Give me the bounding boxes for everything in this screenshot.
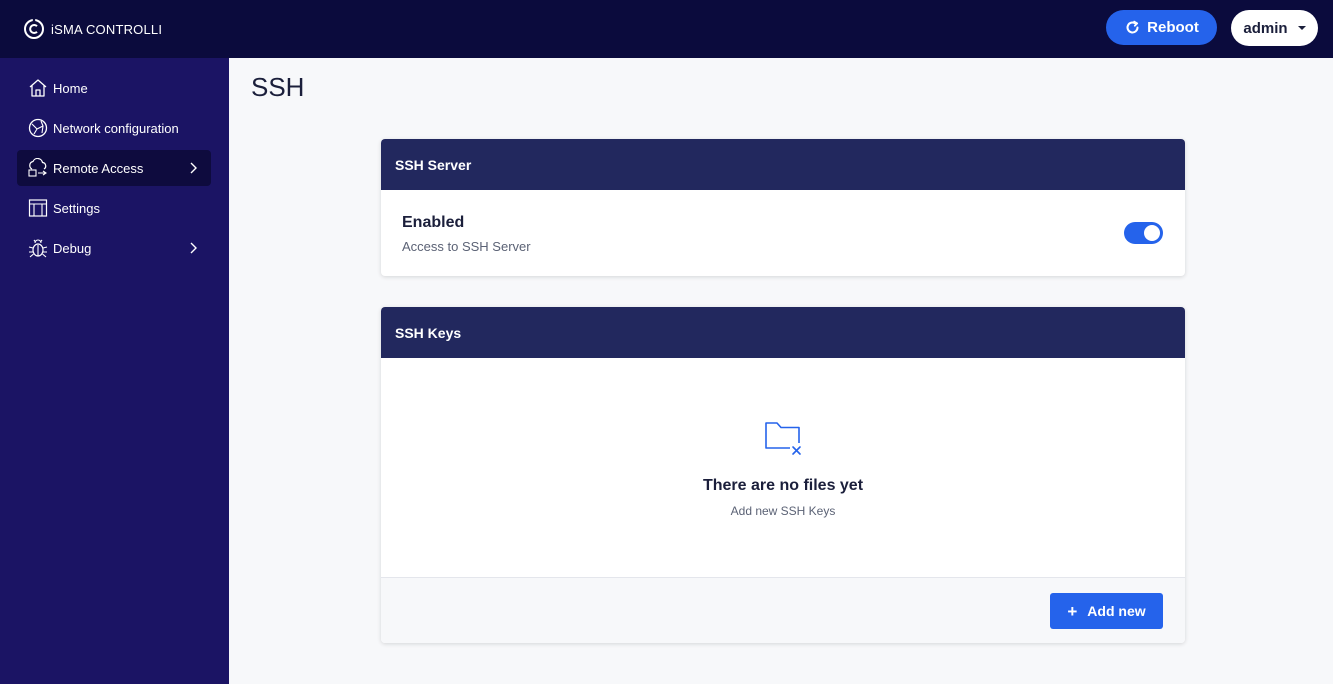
refresh-icon [1126,20,1139,34]
page-title: SSH [251,72,305,102]
sidebar-item-label: Settings [53,200,100,216]
toggle-knob [1144,225,1160,241]
empty-state-subtitle: Add new SSH Keys [730,504,836,518]
user-menu-button[interactable]: admin [1231,10,1318,46]
settings-icon [27,197,49,219]
ssh-server-card: SSH Server Enabled Access to SSH Server [381,139,1185,276]
sidebar-item-debug[interactable]: Debug [17,230,211,266]
brand-name: iSMA CONTROLLI [51,21,163,37]
top-bar: iSMA CONTROLLI Reboot admin [0,0,1333,58]
sidebar-item-settings[interactable]: Settings [17,190,211,226]
brand-logo-icon [24,19,44,39]
ssh-keys-card: SSH Keys There are no files yet Add new … [381,307,1185,643]
empty-state-title: There are no files yet [702,477,864,494]
plus-icon: + [1067,601,1078,621]
enabled-description: Access to SSH Server [402,239,531,254]
bug-icon [27,237,49,259]
user-label: admin [1243,19,1288,37]
network-icon [27,117,49,139]
sidebar: Home Network configuration Remote Access… [0,58,229,684]
sidebar-item-label: Debug [53,240,92,256]
add-new-label: Add new [1087,603,1146,619]
ssh-keys-header: SSH Keys [381,307,1185,358]
remote-access-icon [27,157,49,179]
home-icon [27,77,49,99]
reboot-label: Reboot [1147,19,1199,36]
add-new-button[interactable]: + Add new [1050,593,1163,629]
chevron-right-icon [190,242,197,254]
sidebar-item-home[interactable]: Home [17,70,211,106]
ssh-server-header: SSH Server [381,139,1185,190]
reboot-button[interactable]: Reboot [1106,10,1217,45]
sidebar-item-label: Network configuration [53,120,179,136]
folder-x-icon [765,422,804,457]
chevron-right-icon [190,162,197,174]
sidebar-item-label: Remote Access [53,160,144,176]
ssh-enabled-toggle[interactable] [1124,222,1163,244]
sidebar-item-remote-access[interactable]: Remote Access [17,150,211,186]
chevron-down-icon [1297,26,1306,30]
card-footer: + Add new [381,577,1185,643]
enabled-title: Enabled [402,214,465,231]
sidebar-item-network[interactable]: Network configuration [17,110,211,146]
sidebar-item-label: Home [53,80,88,96]
brand-logo[interactable]: iSMA CONTROLLI [23,16,162,42]
